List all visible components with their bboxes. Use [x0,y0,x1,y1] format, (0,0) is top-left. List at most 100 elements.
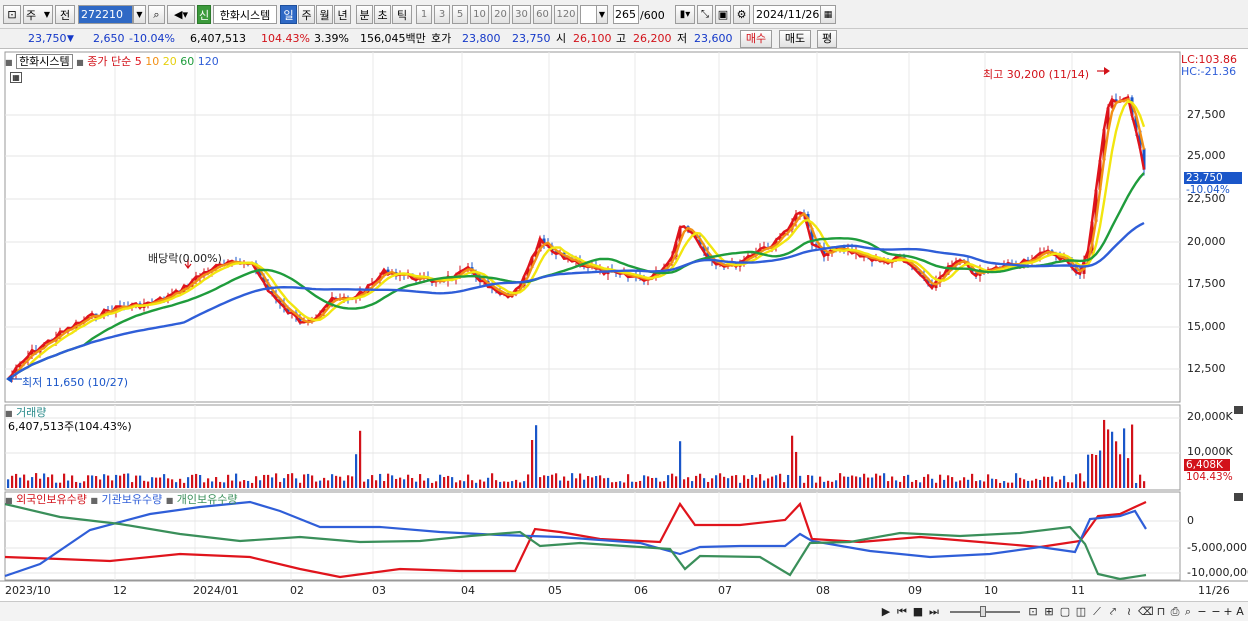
volume-bar [875,473,878,488]
volume-bar [987,474,990,488]
period-day[interactable]: 일 [280,5,297,24]
bid-price: 23,750 [512,32,551,45]
speaker-icon[interactable]: ◀▾ [167,5,195,24]
volume-bar [955,481,958,488]
volume-bar [435,481,438,488]
volume-bar [1007,482,1010,488]
table-icon[interactable]: ▦ [10,72,22,83]
volume-bar [675,476,678,488]
eraser-icon[interactable]: ⌫ [1138,604,1154,619]
volume-bar [1019,477,1022,488]
volume-bar [1035,478,1038,488]
window-icon[interactable]: ▢ [1058,604,1072,619]
volume-bar [143,480,146,488]
close-panel-icon[interactable] [1234,406,1243,414]
scroll-right-icon[interactable]: ▶ [880,604,892,619]
zoom-search-icon[interactable]: ⌕ [1182,604,1194,619]
period-month[interactable]: 월 [316,5,333,24]
last-icon[interactable]: ⏭ [927,604,941,619]
avg-button[interactable]: 평 [817,30,837,48]
interval-30[interactable]: 30 [512,5,531,24]
prev-button[interactable]: 전 [55,5,75,24]
period-second[interactable]: 초 [374,5,391,24]
stock-name[interactable]: 한화시스템 [213,5,277,24]
period-tick[interactable]: 틱 [392,5,412,24]
pattern-icon[interactable]: ≀ [1122,604,1136,619]
print-icon[interactable]: ⎙ [1168,604,1182,619]
market-select[interactable]: 주 ▼ [23,5,53,24]
stop-icon[interactable]: ■ [911,604,925,619]
volume-bar [175,482,178,488]
zoom-out-icon[interactable]: − [1196,604,1208,619]
volume-bar [491,473,494,488]
layout-icon[interactable]: ⊡ [1026,604,1040,619]
calendar-icon[interactable]: ▦ [820,5,836,24]
save-icon[interactable]: ▣ [715,5,731,24]
crosshair-icon[interactable]: ⤡ [697,5,713,24]
volume-bar [1059,479,1062,488]
zoom-in-icon[interactable]: + [1222,604,1234,619]
x-tick-2023-10: 2023/10 [5,584,51,597]
volume-bar [787,474,790,488]
date-input[interactable]: 2024/11/26 [753,5,821,24]
interval-5[interactable]: 5 [452,5,468,24]
draw-icon[interactable]: ⤤ [1106,604,1120,619]
interval-10[interactable]: 10 [470,5,489,24]
search-icon[interactable]: ⌕ [148,5,165,24]
panel-marker-icon: ■ [5,409,13,418]
code-input[interactable]: 272210 [78,5,133,24]
chart-tools-icon[interactable]: ▮▾ [675,5,695,24]
interval-120[interactable]: 120 [554,5,578,24]
interval-1[interactable]: 1 [416,5,432,24]
volume-bar [907,474,910,488]
period-minute[interactable]: 분 [356,5,373,24]
close-panel-icon[interactable] [1234,493,1243,501]
volume-bar [783,482,786,488]
code-dropdown-icon[interactable]: ▼ [133,5,146,24]
volume-bar [391,475,394,488]
volume-bar [803,482,806,488]
gear-icon[interactable]: ⚙ [733,5,750,24]
volume-bar [507,481,510,488]
count-max: /600 [640,9,665,22]
interval-3[interactable]: 3 [434,5,450,24]
volume-bar [131,482,134,488]
volume-bar [963,477,966,488]
volume-bar [1127,458,1130,488]
volume-bar [1139,474,1142,488]
volume-bar [155,477,158,488]
volume-bar [503,481,506,488]
volume-bar [355,454,358,488]
volume-bar [591,477,594,488]
period-year[interactable]: 년 [334,5,351,24]
volume-bar [55,482,58,488]
interval-20[interactable]: 20 [491,5,510,24]
interval-dropdown-icon[interactable]: ▼ [596,5,608,24]
volume-ratio: 104.43% [261,32,310,45]
first-icon[interactable]: ⏮ [895,604,909,619]
sell-button[interactable]: 매도 [779,30,811,48]
minus-icon[interactable]: − [1210,604,1222,619]
trendline-icon[interactable]: ⟋ [1090,604,1104,619]
volume-bar [95,476,98,488]
chart-canvas[interactable] [0,49,1248,601]
volume-bar [1051,476,1054,488]
count-input[interactable]: 265 [613,5,639,24]
trade-amount: 156,045백만 [360,32,426,45]
volume-bar [247,480,250,488]
x-tick-05: 05 [548,584,562,597]
lock-icon[interactable]: ⊓ [1154,604,1168,619]
period-week[interactable]: 주 [298,5,315,24]
buy-button[interactable]: 매수 [740,30,772,48]
zoom-slider-handle[interactable] [980,606,986,617]
font-size-icon[interactable]: A [1234,604,1246,619]
volume-bar [979,480,982,488]
split-icon[interactable]: ◫ [1074,604,1088,619]
chart-area[interactable]: ■ 한화시스템 ■ 종가 단순 5 10 20 60 120 ▦ LC:103.… [0,49,1248,601]
window-icon[interactable]: ⊡ [3,5,21,24]
grid-icon[interactable]: ⊞ [1042,604,1056,619]
volume-bar [551,474,554,488]
volume-bar [635,481,638,488]
interval-60[interactable]: 60 [533,5,552,24]
volume-bar [99,479,102,488]
